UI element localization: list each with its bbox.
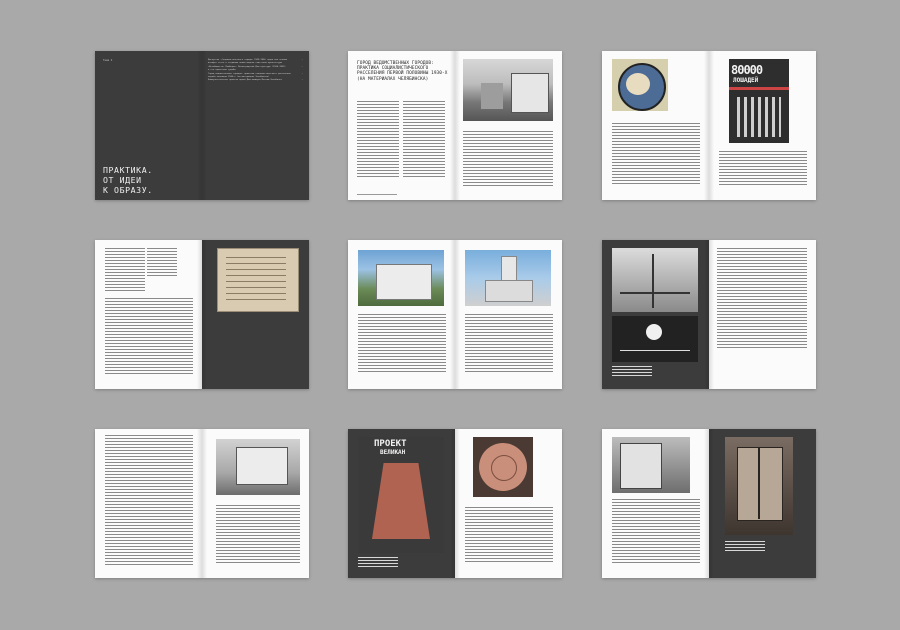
page-left: Тема 4 ПРАКТИКА. ОТ ИДЕИ К ОБРАЗУ.	[95, 51, 202, 200]
text-column	[105, 435, 193, 567]
spread-9[interactable]	[602, 429, 816, 578]
photo	[612, 248, 698, 312]
page-right	[202, 429, 309, 578]
text-column	[216, 505, 300, 563]
round-plan	[473, 437, 533, 497]
page-right: Дискуссия «Социалистического города» 192…	[202, 51, 309, 200]
toc-label: Тема 4	[103, 59, 113, 62]
poster: ПРОЕКТ ВЕЛИКАН	[358, 437, 444, 553]
page-left	[602, 51, 709, 200]
page-left	[602, 429, 709, 578]
page-right	[455, 51, 562, 200]
spread-2[interactable]: ГОРОД ВЕДОМСТВЕННЫХ ГОРОДОВ: ПРАКТИКА СО…	[348, 51, 562, 200]
spread-4[interactable]	[95, 240, 309, 389]
page-left	[348, 240, 455, 389]
page-footer	[357, 194, 397, 195]
text-column	[105, 298, 193, 376]
text-column	[717, 248, 807, 348]
text-column	[403, 101, 445, 179]
photo	[725, 437, 793, 535]
text-column	[612, 123, 700, 185]
photo	[612, 437, 690, 493]
section-title: ПРАКТИКА. ОТ ИДЕИ К ОБРАЗУ.	[103, 165, 153, 195]
table-of-contents: Дискуссия «Социалистического города» 192…	[208, 59, 303, 83]
text-column	[465, 507, 553, 563]
spread-6[interactable]	[602, 240, 816, 389]
spread-1[interactable]: Тема 4 ПРАКТИКА. ОТ ИДЕИ К ОБРАЗУ. Диску…	[95, 51, 309, 200]
text-column	[147, 248, 177, 276]
text-column	[719, 151, 807, 185]
photo	[216, 439, 300, 495]
text-column	[358, 314, 446, 374]
page-right	[709, 240, 816, 389]
page-left	[95, 429, 202, 578]
page-right	[709, 429, 816, 578]
page-left: ГОРОД ВЕДОМСТВЕННЫХ ГОРОДОВ: ПРАКТИКА СО…	[348, 51, 455, 200]
caption	[358, 557, 398, 569]
photo	[465, 250, 551, 306]
page-right	[202, 240, 309, 389]
text-column	[357, 101, 399, 179]
page-left: ПРОЕКТ ВЕЛИКАН	[348, 429, 455, 578]
photo	[463, 59, 553, 121]
caption	[725, 541, 765, 553]
page-left	[602, 240, 709, 389]
page-left	[95, 240, 202, 389]
spread-8[interactable]: ПРОЕКТ ВЕЛИКАН	[348, 429, 562, 578]
toc-entry: Коммунистические проекты одной Дом-комму…	[208, 79, 303, 82]
text-column	[465, 314, 553, 374]
sketch-page	[217, 248, 299, 312]
diagram	[612, 316, 698, 362]
poster-sub: ВЕЛИКАН	[380, 449, 406, 456]
spread-5[interactable]	[348, 240, 562, 389]
page-right	[455, 240, 562, 389]
page-right: 80000 ЛОШАДЕЙ	[709, 51, 816, 200]
poster: 80000 ЛОШАДЕЙ	[729, 59, 789, 143]
poster-line: ЛОШАДЕЙ	[733, 77, 759, 84]
spread-7[interactable]	[95, 429, 309, 578]
text-column	[105, 248, 145, 293]
article-title: ГОРОД ВЕДОМСТВЕННЫХ ГОРОДОВ: ПРАКТИКА СО…	[357, 61, 448, 82]
round-poster	[612, 59, 668, 111]
text-column	[463, 131, 553, 186]
poster-head: ПРОЕКТ	[374, 439, 407, 449]
photo	[358, 250, 444, 306]
text-column	[612, 499, 700, 565]
poster-number: 80000	[731, 63, 763, 77]
caption	[612, 366, 652, 376]
page-right	[455, 429, 562, 578]
spread-3[interactable]: 80000 ЛОШАДЕЙ	[602, 51, 816, 200]
